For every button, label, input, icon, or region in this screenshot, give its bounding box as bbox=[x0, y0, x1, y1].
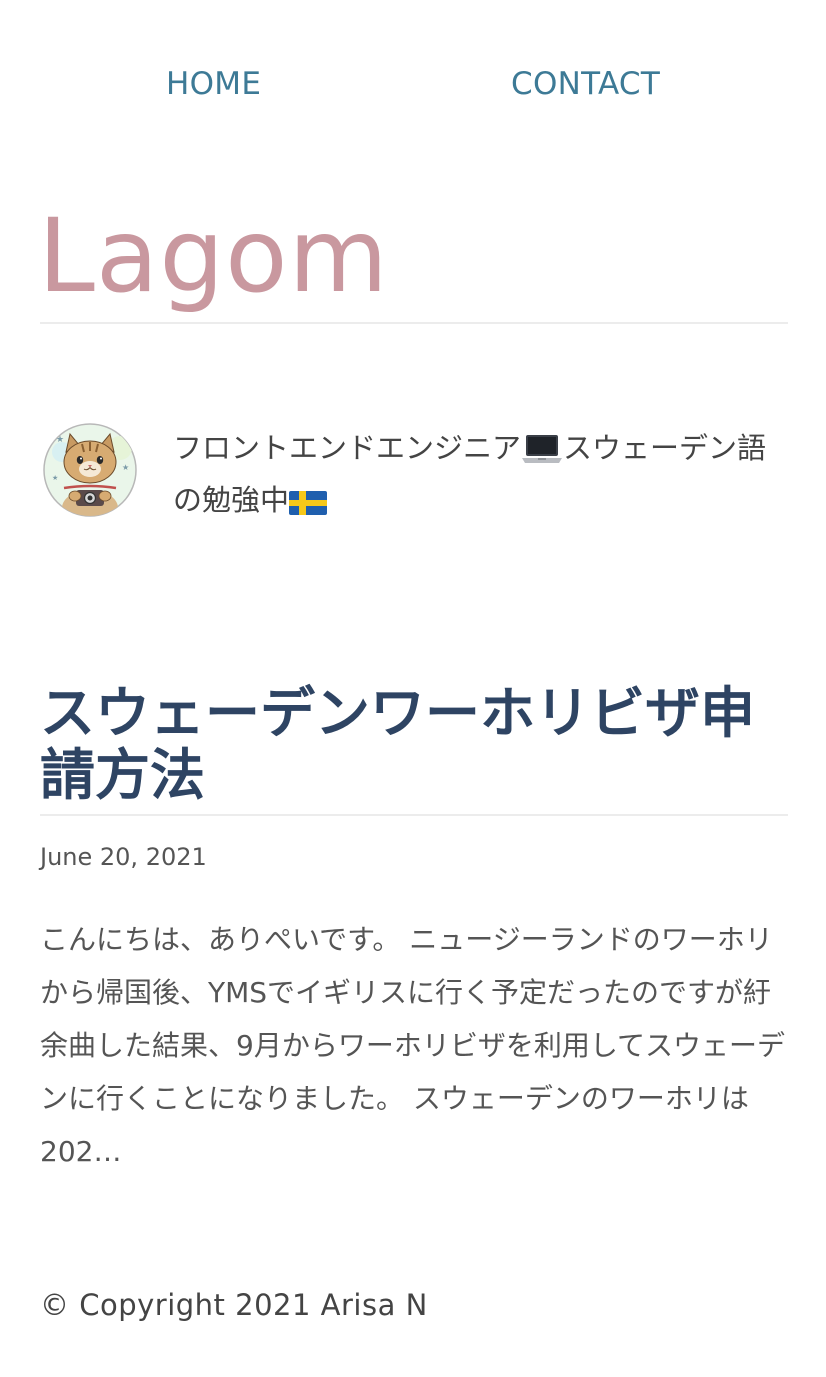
top-nav: HOME CONTACT bbox=[0, 66, 826, 110]
svg-text:★: ★ bbox=[52, 474, 58, 482]
post-title-link[interactable]: スウェーデンワーホリビザ申請方法 bbox=[40, 682, 788, 806]
bio-text-part1: フロントエンドエンジニア bbox=[173, 431, 522, 465]
profile-bio: フロントエンドエンジニア スウェーデン語の勉強中 bbox=[173, 422, 773, 526]
nav-home-link[interactable]: HOME bbox=[166, 66, 261, 102]
swedish-flag-icon bbox=[289, 491, 328, 515]
post-title-divider bbox=[40, 814, 788, 816]
nav-contact-link[interactable]: CONTACT bbox=[511, 66, 660, 102]
svg-text:★: ★ bbox=[122, 463, 129, 472]
post-date: June 20, 2021 bbox=[40, 843, 207, 871]
svg-text:★: ★ bbox=[56, 435, 64, 445]
post-excerpt: こんにちは、ありぺいです。 ニュージーランドのワーホリから帰国後、YMSでイギリ… bbox=[40, 923, 785, 1168]
header-divider bbox=[40, 322, 788, 324]
profile-section: ★ ★ ★ フロントエンドエンジニア スウェーデン語の勉強中 bbox=[40, 420, 788, 520]
footer-copyright: © Copyright 2021 Arisa N bbox=[40, 1288, 428, 1322]
cat-avatar: ★ ★ ★ bbox=[43, 423, 137, 517]
laptop-icon bbox=[522, 435, 563, 463]
site-title[interactable]: Lagom bbox=[38, 196, 389, 318]
